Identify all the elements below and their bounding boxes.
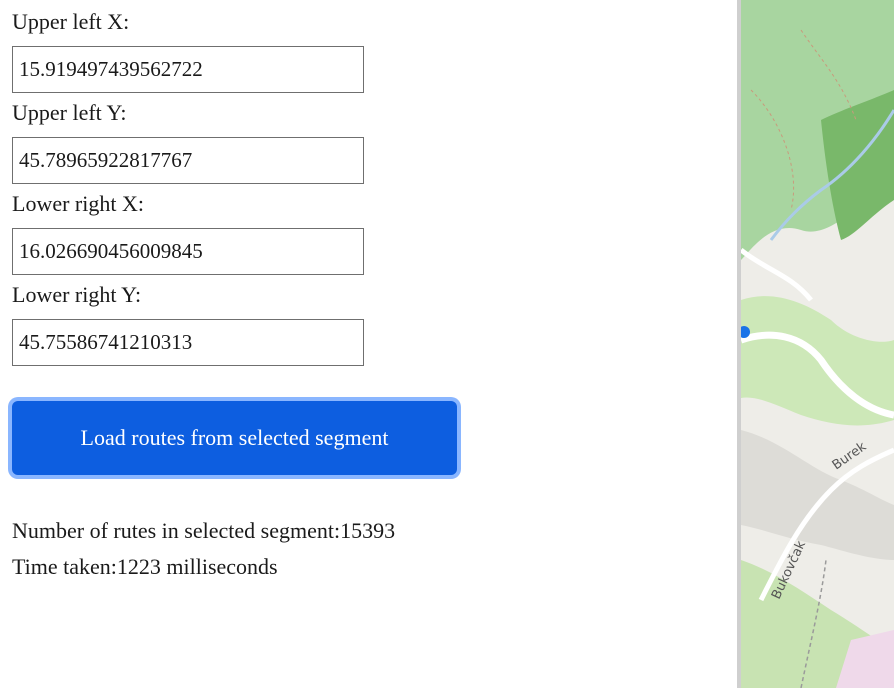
upper-left-x-input[interactable] bbox=[12, 46, 364, 93]
load-routes-button[interactable]: Load routes from selected segment bbox=[12, 401, 457, 475]
results-panel: Number of rutes in selected segment:1539… bbox=[12, 513, 532, 585]
upper-left-y-input[interactable] bbox=[12, 137, 364, 184]
coordinate-form: Upper left X: Upper left Y: Lower right … bbox=[12, 0, 532, 585]
upper-left-y-label: Upper left Y: bbox=[12, 100, 127, 125]
time-taken-text: Time taken:1223 milliseconds bbox=[12, 554, 278, 579]
route-count-text: Number of rutes in selected segment:1539… bbox=[12, 518, 396, 543]
lower-right-y-label: Lower right Y: bbox=[12, 282, 142, 307]
lower-right-y-input[interactable] bbox=[12, 319, 364, 366]
upper-left-x-label: Upper left X: bbox=[12, 9, 130, 34]
map-view[interactable]: Bukovčak Burek bbox=[737, 0, 894, 688]
map-canvas[interactable]: Bukovčak Burek bbox=[741, 0, 894, 688]
lower-right-x-label: Lower right X: bbox=[12, 191, 144, 216]
lower-right-x-input[interactable] bbox=[12, 228, 364, 275]
